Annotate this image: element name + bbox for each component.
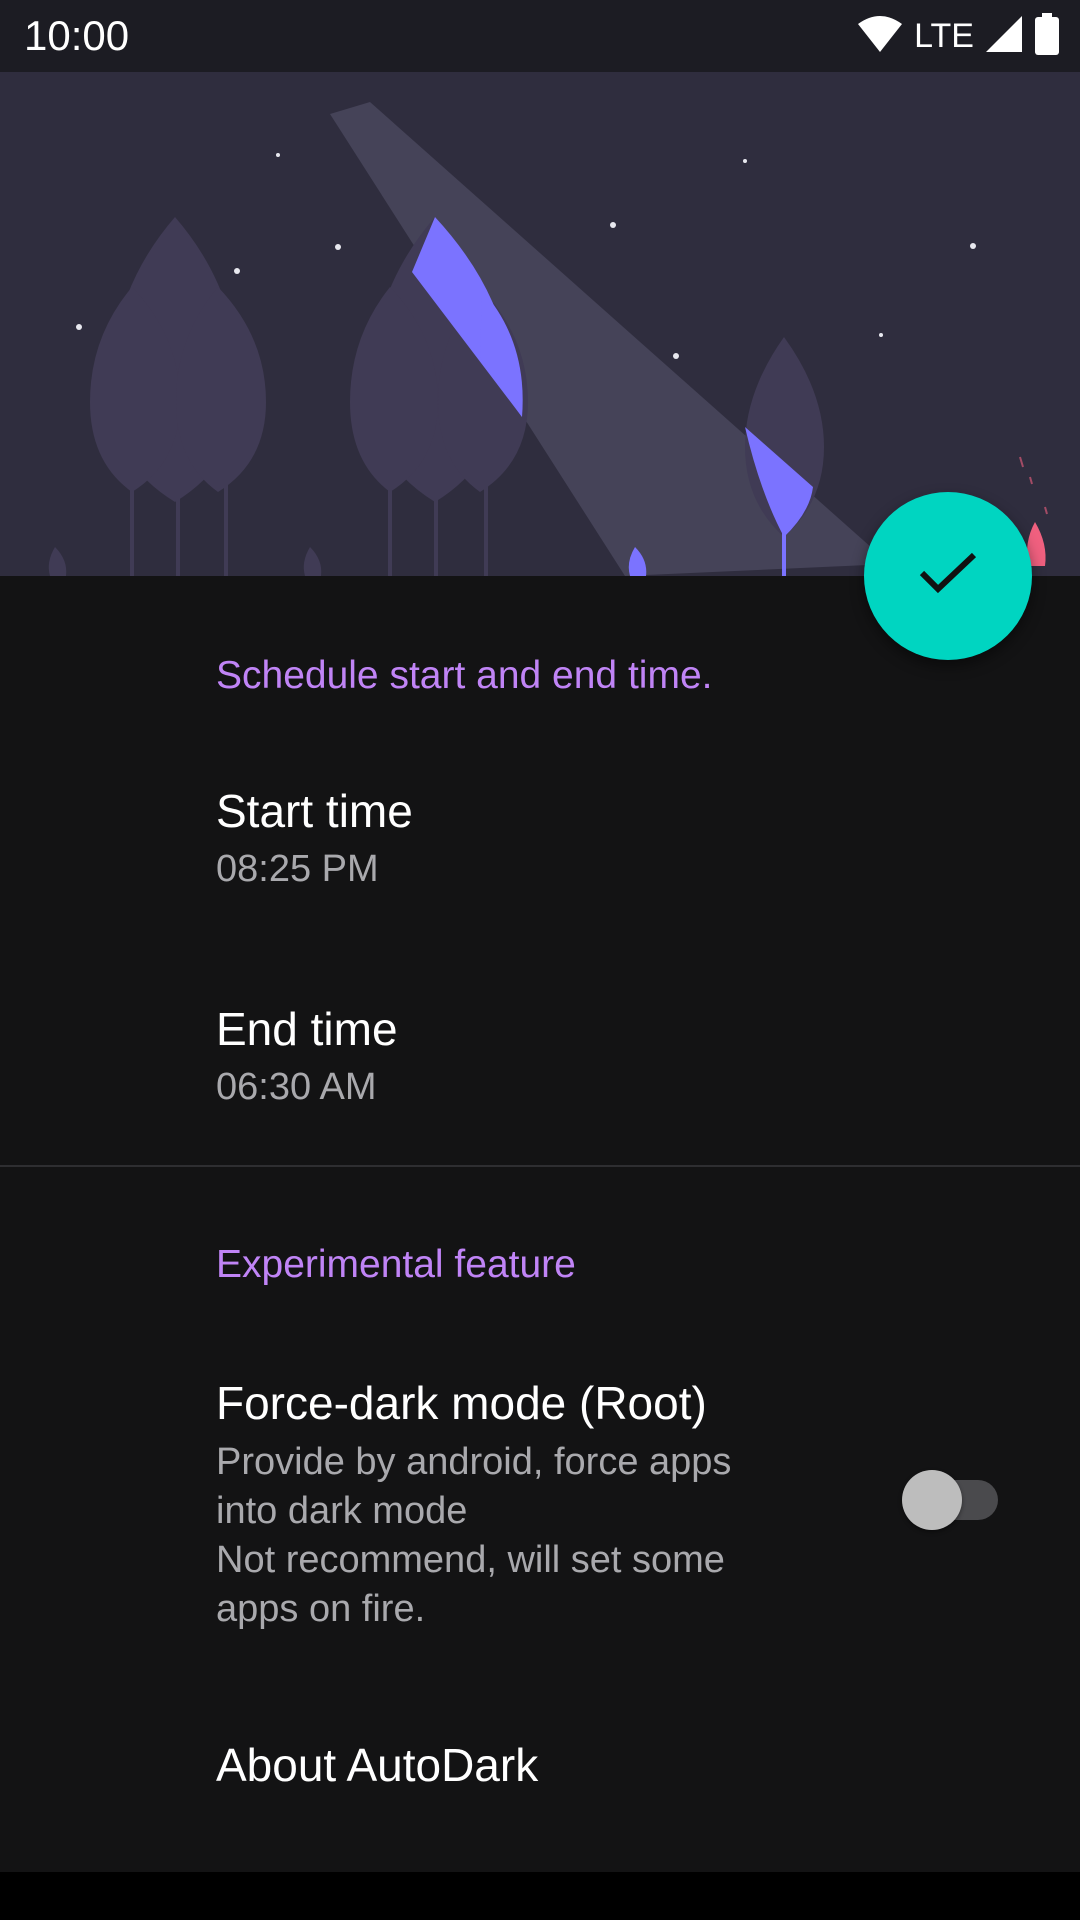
status-icons: LTE bbox=[856, 12, 1060, 60]
end-time-preference[interactable]: End time 06:30 AM bbox=[0, 970, 1080, 1146]
end-time-value: 06:30 AM bbox=[216, 1066, 377, 1108]
force-dark-summary-line: Provide by android, force apps bbox=[216, 1441, 732, 1483]
start-time-title: Start time bbox=[216, 785, 413, 837]
section-title-experimental: Experimental feature bbox=[216, 1243, 576, 1286]
force-dark-switch[interactable] bbox=[900, 1468, 1000, 1532]
start-time-value: 08:25 PM bbox=[216, 848, 379, 890]
end-time-title: End time bbox=[216, 1003, 398, 1055]
switch-thumb bbox=[902, 1470, 962, 1530]
navigation-bar bbox=[0, 1872, 1080, 1920]
start-time-preference[interactable]: Start time 08:25 PM bbox=[0, 752, 1080, 928]
force-dark-summary-line: Not recommend, will set some bbox=[216, 1539, 725, 1581]
section-title-schedule: Schedule start and end time. bbox=[216, 654, 713, 697]
battery-icon bbox=[1034, 12, 1060, 60]
force-dark-summary: Provide by android, force apps into dark… bbox=[216, 1438, 816, 1634]
status-bar: 10:00 LTE bbox=[0, 0, 1080, 72]
wifi-icon bbox=[856, 14, 904, 59]
check-icon bbox=[918, 551, 978, 602]
tree-group-left bbox=[90, 217, 266, 502]
force-dark-title: Force-dark mode (Root) bbox=[216, 1377, 707, 1429]
lte-label: LTE bbox=[914, 16, 974, 55]
section-divider bbox=[0, 1165, 1080, 1167]
force-dark-summary-line: apps on fire. bbox=[216, 1588, 426, 1630]
cell-signal-icon bbox=[984, 14, 1024, 59]
about-title: About AutoDark bbox=[216, 1739, 539, 1791]
confirm-fab[interactable] bbox=[864, 492, 1032, 660]
about-preference[interactable]: About AutoDark bbox=[0, 1700, 1080, 1830]
status-time: 10:00 bbox=[24, 12, 130, 59]
force-dark-summary-line: into dark mode bbox=[216, 1490, 468, 1532]
